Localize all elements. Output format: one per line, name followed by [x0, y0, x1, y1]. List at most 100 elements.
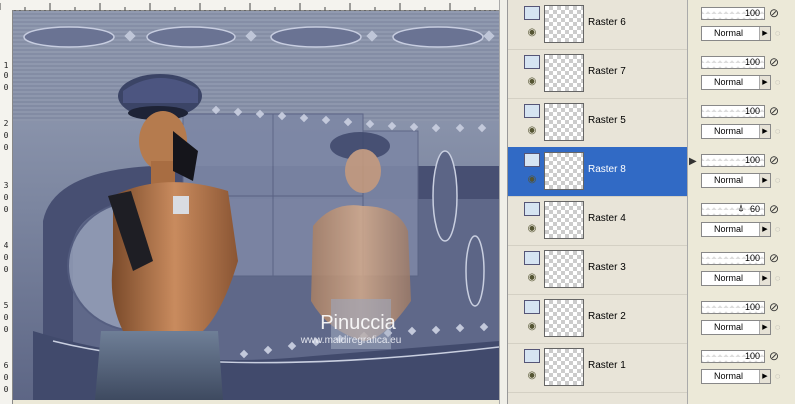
layer-thumbnail: [544, 201, 584, 239]
layer-row[interactable]: ◉ Raster 2: [508, 294, 688, 344]
opacity-value: 60: [749, 204, 760, 214]
layer-type-icon[interactable]: [524, 251, 540, 265]
visibility-eye-icon[interactable]: ◉: [524, 273, 540, 283]
dropdown-arrow-icon[interactable]: ▶: [759, 223, 770, 236]
ruler-label: 5: [3, 301, 9, 310]
layer-name: Raster 8: [588, 164, 626, 175]
opacity-value: 100: [744, 8, 760, 18]
lock-transparency-icon[interactable]: ⊘: [769, 55, 779, 69]
mask-link-icon[interactable]: ◌: [775, 371, 780, 381]
blend-mode-value: Normal: [714, 77, 744, 87]
blend-mode-value: Normal: [714, 28, 744, 38]
lock-transparency-icon[interactable]: ⊘: [769, 300, 779, 314]
layer-type-icon[interactable]: [524, 153, 540, 167]
layer-row[interactable]: ◉ Raster 7: [508, 49, 688, 99]
layer-type-icon[interactable]: [524, 6, 540, 20]
mask-link-icon[interactable]: ◌: [775, 126, 780, 136]
slider-pointer-icon[interactable]: ⍋: [738, 203, 744, 214]
layer-type-icon[interactable]: [524, 300, 540, 314]
visibility-eye-icon[interactable]: ◉: [524, 371, 540, 381]
mask-link-icon[interactable]: ◌: [775, 224, 780, 234]
opacity-slider[interactable]: 100: [701, 154, 765, 167]
blend-mode-select[interactable]: Normal ▶: [701, 369, 771, 384]
layer-properties-row: 100 ⊘ Normal ▶ ◌: [697, 49, 795, 98]
opacity-slider[interactable]: 100: [701, 252, 765, 265]
blend-mode-value: Normal: [714, 175, 744, 185]
dropdown-arrow-icon[interactable]: ▶: [759, 125, 770, 138]
blend-mode-select[interactable]: Normal ▶: [701, 75, 771, 90]
dropdown-arrow-icon[interactable]: ▶: [759, 321, 770, 334]
ruler-label: 0: [3, 83, 9, 92]
mask-link-icon[interactable]: ◌: [775, 322, 780, 332]
layer-name: Raster 4: [588, 213, 626, 224]
visibility-eye-icon[interactable]: ◉: [524, 77, 540, 87]
layer-properties-row: 100 ⊘ Normal ▶ ◌: [697, 245, 795, 294]
dropdown-arrow-icon[interactable]: ▶: [759, 174, 770, 187]
layer-row[interactable]: ◉ Raster 8: [508, 147, 688, 197]
blend-mode-select[interactable]: Normal ▶: [701, 124, 771, 139]
blend-mode-select[interactable]: Normal ▶: [701, 26, 771, 41]
ruler-label: 0: [3, 313, 9, 322]
layer-row[interactable]: ◉ Raster 6: [508, 0, 688, 50]
opacity-slider[interactable]: 100: [701, 56, 765, 69]
lock-transparency-icon[interactable]: ⊘: [769, 6, 779, 20]
opacity-value: 100: [744, 155, 760, 165]
visibility-eye-icon[interactable]: ◉: [524, 126, 540, 136]
layer-row[interactable]: ◉ Raster 5: [508, 98, 688, 148]
layer-row[interactable]: ◉ Raster 4: [508, 196, 688, 246]
opacity-slider[interactable]: ⍋ 60: [701, 203, 765, 216]
layer-thumbnail: [544, 5, 584, 43]
layer-thumbnail: [544, 152, 584, 190]
opacity-value: 100: [744, 253, 760, 263]
blend-mode-select[interactable]: Normal ▶: [701, 173, 771, 188]
opacity-slider[interactable]: 100: [701, 7, 765, 20]
layer-thumbnail: [544, 299, 584, 337]
visibility-eye-icon[interactable]: ◉: [524, 322, 540, 332]
lock-transparency-icon[interactable]: ⊘: [769, 251, 779, 265]
image-canvas[interactable]: Pinuccia www.maidiregrafica.eu: [13, 11, 499, 400]
layer-type-icon[interactable]: [524, 104, 540, 118]
ruler-label: 0: [3, 205, 9, 214]
layer-thumbnail: [544, 250, 584, 288]
layer-type-icon[interactable]: [524, 349, 540, 363]
layers-palette: ◉ Raster 6 ◉ Raster 7 ◉ Raster 5 ◉ Raster 8 ◉ Ras…: [507, 0, 688, 404]
layer-properties-row: 100 ⊘ Normal ▶ ◌: [697, 147, 795, 196]
layer-name: Raster 2: [588, 311, 626, 322]
canvas-artwork: Pinuccia www.maidiregrafica.eu: [13, 11, 499, 400]
dropdown-arrow-icon[interactable]: ▶: [759, 76, 770, 89]
opacity-slider[interactable]: 100: [701, 105, 765, 118]
blend-mode-value: Normal: [714, 126, 744, 136]
opacity-slider[interactable]: 100: [701, 350, 765, 363]
expand-arrow-icon[interactable]: ▶: [689, 156, 697, 167]
dropdown-arrow-icon[interactable]: ▶: [759, 27, 770, 40]
blend-mode-value: Normal: [714, 371, 744, 381]
layer-type-icon[interactable]: [524, 202, 540, 216]
ruler-label: 0: [3, 385, 9, 394]
lock-transparency-icon[interactable]: ⊘: [769, 104, 779, 118]
layer-type-icon[interactable]: [524, 55, 540, 69]
mask-link-icon[interactable]: ◌: [775, 175, 780, 185]
layer-name: Raster 6: [588, 17, 626, 28]
visibility-eye-icon[interactable]: ◉: [524, 28, 540, 38]
opacity-slider[interactable]: 100: [701, 301, 765, 314]
blend-mode-select[interactable]: Normal ▶: [701, 271, 771, 286]
blend-mode-select[interactable]: Normal ▶: [701, 222, 771, 237]
visibility-eye-icon[interactable]: ◉: [524, 224, 540, 234]
mask-link-icon[interactable]: ◌: [775, 28, 780, 38]
ruler-label: 0: [3, 265, 9, 274]
dropdown-arrow-icon[interactable]: ▶: [759, 272, 770, 285]
ruler-label: 0: [3, 253, 9, 262]
lock-transparency-icon[interactable]: ⊘: [769, 202, 779, 216]
layer-properties-row: ⍋ 60 ⊘ Normal ▶ ◌: [697, 196, 795, 245]
mask-link-icon[interactable]: ◌: [775, 77, 780, 87]
layer-row[interactable]: ◉ Raster 1: [508, 343, 688, 393]
dropdown-arrow-icon[interactable]: ▶: [759, 370, 770, 383]
lock-transparency-icon[interactable]: ⊘: [769, 153, 779, 167]
layer-row[interactable]: ◉ Raster 3: [508, 245, 688, 295]
mask-link-icon[interactable]: ◌: [775, 273, 780, 283]
ruler-top: [0, 0, 507, 13]
layer-name: Raster 1: [588, 360, 626, 371]
blend-mode-select[interactable]: Normal ▶: [701, 320, 771, 335]
visibility-eye-icon[interactable]: ◉: [524, 175, 540, 185]
lock-transparency-icon[interactable]: ⊘: [769, 349, 779, 363]
